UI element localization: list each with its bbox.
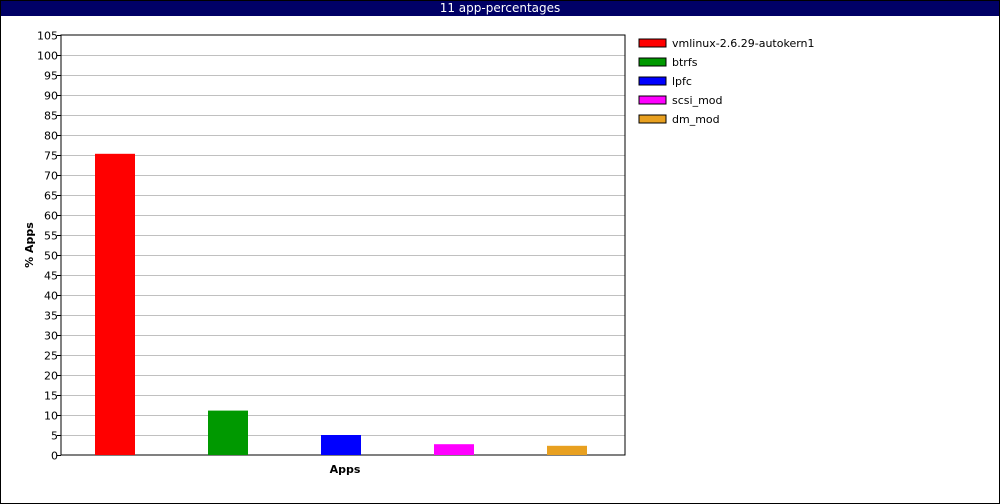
bar-vmlinux-2.6.29-autokern1	[95, 153, 135, 456]
bar-btrfs	[208, 410, 248, 455]
plot-area	[60, 34, 626, 456]
x-axis-title: Apps	[330, 463, 361, 476]
legend-label-dm_mod: dm_mod	[672, 113, 720, 126]
y-axis-title: % Apps	[23, 222, 36, 268]
y-tick-label: 60	[44, 210, 58, 223]
y-tick-label: 50	[44, 250, 58, 263]
bar-chart: 0 5 10 15 20 25 30 35 40 45 50 55 60 65 70 75 80 85 90 95 10…	[23, 30, 815, 477]
y-tick-label: 30	[44, 330, 58, 343]
legend-swatch-dm_mod	[638, 114, 667, 124]
y-tick-label: 20	[44, 370, 58, 383]
y-tick-label: 105	[37, 30, 58, 43]
y-tick-label: 55	[44, 230, 58, 243]
y-tick-label: 100	[37, 50, 58, 63]
legend-swatch-lpfc	[638, 76, 667, 86]
y-tick-label: 90	[44, 90, 58, 103]
legend-label-scsi_mod: scsi_mod	[672, 94, 723, 107]
legend-swatch-vmlinux-2.6.29-autokern1	[638, 38, 667, 48]
y-tick-label: 40	[44, 290, 58, 303]
y-axis-ticks: 0 5 10 15 20 25 30 35 40 45 50 55 60 65 70 75 80 85 90 95 10…	[37, 30, 61, 463]
bar-series	[95, 153, 587, 456]
y-tick-label: 70	[44, 170, 58, 183]
legend-label-btrfs: btrfs	[672, 56, 698, 69]
bar-scsi_mod	[434, 444, 474, 455]
y-tick-label: 95	[44, 70, 58, 83]
bar-lpfc	[321, 435, 361, 455]
y-tick-label: 85	[44, 110, 58, 123]
y-tick-label: 10	[44, 410, 58, 423]
legend-label-vmlinux-2.6.29-autokern1: vmlinux-2.6.29-autokern1	[672, 37, 815, 50]
legend-label-lpfc: lpfc	[672, 75, 692, 88]
bar-dm_mod	[547, 445, 587, 455]
legend-swatch-btrfs	[638, 57, 667, 67]
y-tick-label: 5	[51, 430, 58, 443]
y-tick-label: 15	[44, 390, 58, 403]
y-tick-label: 45	[44, 270, 58, 283]
legend-swatch-scsi_mod	[638, 95, 667, 105]
y-tick-label: 25	[44, 350, 58, 363]
y-tick-label: 75	[44, 150, 58, 163]
y-tick-label: 0	[51, 450, 58, 463]
y-tick-label: 35	[44, 310, 58, 323]
y-tick-label: 65	[44, 190, 58, 203]
legend: vmlinux-2.6.29-autokern1 btrfs lpfc scsi_mo…	[638, 37, 815, 126]
gridlines	[61, 55, 625, 436]
y-tick-label: 80	[44, 130, 58, 143]
